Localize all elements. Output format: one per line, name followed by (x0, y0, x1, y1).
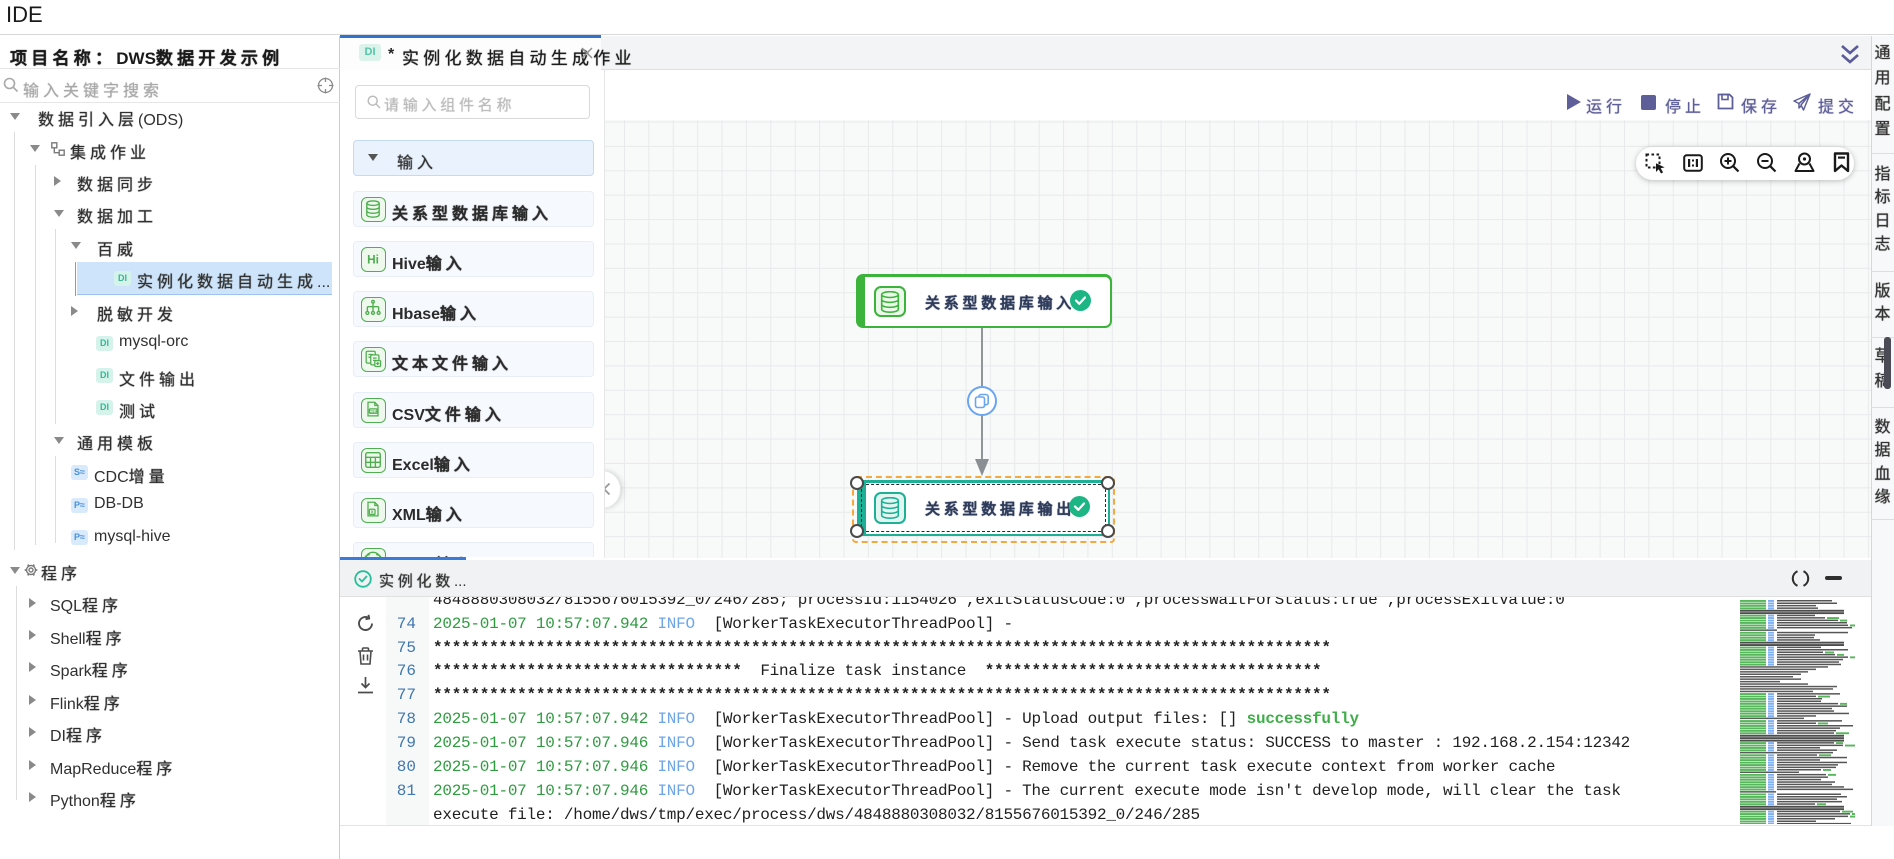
svg-text:CSV: CSV (370, 409, 378, 413)
svg-text:x: x (371, 510, 374, 516)
svg-text:Hi: Hi (367, 253, 379, 267)
